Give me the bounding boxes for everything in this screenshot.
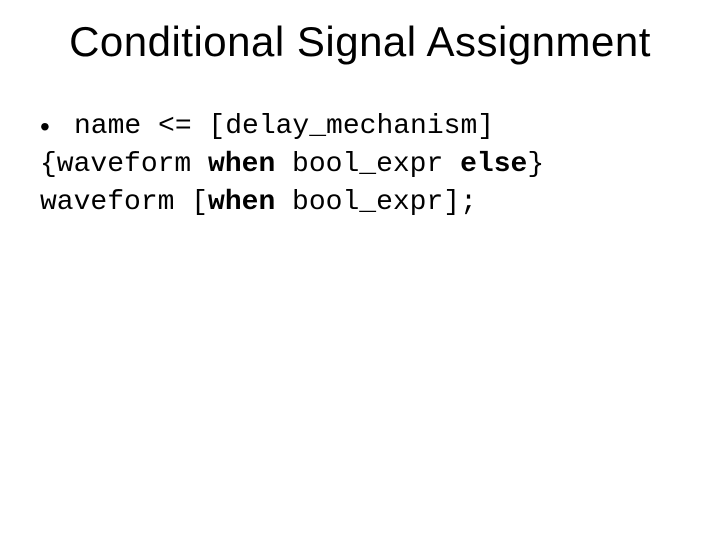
code-keyword-when: when: [208, 149, 275, 180]
bullet-icon: •: [40, 108, 74, 146]
code-seg: {waveform: [40, 149, 208, 180]
code-seg: bool_expr: [275, 149, 460, 180]
slide-body: • name <= [delay_mechanism] {waveform wh…: [40, 108, 680, 221]
code-keyword-when: when: [208, 187, 275, 218]
code-line-1: name <= [delay_mechanism]: [74, 108, 494, 146]
code-seg: }: [527, 149, 544, 180]
slide: Conditional Signal Assignment • name <= …: [0, 0, 720, 540]
slide-title: Conditional Signal Assignment: [0, 18, 720, 66]
code-line-2: {waveform when bool_expr else}: [40, 146, 680, 184]
code-seg: waveform [: [40, 187, 208, 218]
bullet-item: • name <= [delay_mechanism]: [40, 108, 680, 146]
code-line-3: waveform [when bool_expr];: [40, 184, 680, 222]
code-keyword-else: else: [460, 149, 527, 180]
code-seg: bool_expr];: [275, 187, 477, 218]
